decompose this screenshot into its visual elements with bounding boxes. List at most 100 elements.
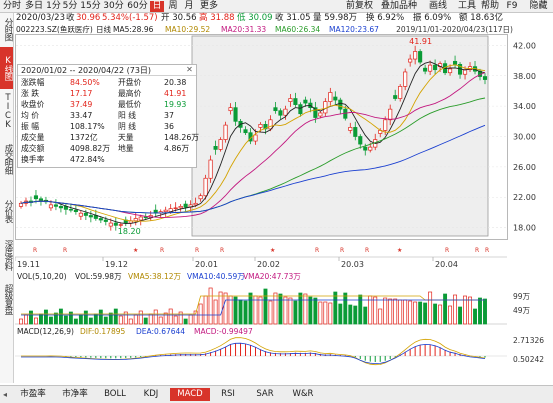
toolbar-right-item-6[interactable]: 隐藏 bbox=[527, 1, 550, 12]
quote-low: 低 30.09 bbox=[237, 13, 273, 23]
toolbar-right-item-0[interactable]: 前复权 bbox=[343, 1, 376, 12]
left-tab-2[interactable]: TICK bbox=[0, 93, 13, 129]
candle-body bbox=[198, 195, 203, 200]
candle-body bbox=[298, 104, 303, 115]
stat-label: 收盘价 bbox=[21, 100, 45, 109]
r-marker: ★ bbox=[397, 247, 402, 254]
stat-label: 地量 bbox=[118, 144, 134, 153]
stat-value: 472.84% bbox=[70, 155, 105, 164]
price-tick-label: 26.00 bbox=[513, 163, 536, 172]
left-tab-1[interactable]: K线图 bbox=[0, 47, 13, 89]
candle-body bbox=[428, 64, 433, 72]
candle-body bbox=[418, 51, 423, 63]
volume-bar bbox=[288, 297, 293, 325]
volume-bar bbox=[298, 292, 303, 325]
candle-body bbox=[368, 146, 373, 151]
volume-bar bbox=[438, 304, 443, 325]
period-tab-2[interactable]: 1分 bbox=[46, 1, 61, 12]
volume-bar bbox=[393, 298, 398, 325]
candle-body bbox=[318, 112, 323, 117]
period-tab-1[interactable]: 多日 bbox=[24, 1, 44, 12]
stat-value: 36 bbox=[164, 122, 174, 131]
r-marker: R bbox=[220, 247, 224, 254]
vol-axis-low: 49万 bbox=[513, 306, 531, 315]
indicator-tab-3[interactable]: KDJ bbox=[136, 388, 166, 401]
r-marker: R bbox=[63, 247, 67, 254]
toolbar-right-item-5[interactable]: F9 bbox=[505, 1, 519, 12]
interval-stats-title: 2020/01/02 -- 2020/04/22 (73日) ✕ bbox=[18, 65, 196, 76]
period-tab-6[interactable]: 60分 bbox=[127, 1, 148, 12]
interval-stats-box: 2020/01/02 -- 2020/04/22 (73日) ✕ 涨跌幅 84.5… bbox=[17, 64, 199, 168]
volume-bar bbox=[238, 299, 243, 325]
toolbar-right-item-3[interactable]: 工具 bbox=[457, 1, 477, 12]
volume-bar bbox=[203, 295, 208, 325]
collapse-arrow-icon[interactable]: ◂ bbox=[3, 389, 11, 400]
left-tab-4[interactable]: 分价表 bbox=[0, 191, 13, 231]
period-tab-4[interactable]: 15分 bbox=[80, 1, 101, 12]
high-annotation: 41.91 bbox=[409, 37, 432, 46]
volume-bar bbox=[343, 292, 348, 325]
volume-bar bbox=[93, 313, 98, 325]
candle-body bbox=[203, 177, 208, 197]
indicator-tab-1[interactable]: 市净率 bbox=[56, 388, 94, 401]
toolbar-right-item-2[interactable]: 画线 bbox=[428, 1, 448, 12]
candle-body bbox=[118, 224, 123, 226]
period-tab-10[interactable]: 更多 bbox=[198, 1, 220, 12]
indicator-tab-6[interactable]: SAR bbox=[248, 388, 282, 401]
macd-axis-high: 2.71326 bbox=[513, 336, 545, 345]
volume-bar bbox=[478, 297, 482, 325]
volume-bar bbox=[168, 308, 173, 325]
volume-bar bbox=[448, 305, 453, 325]
r-marker: R bbox=[195, 247, 199, 254]
candle-body bbox=[328, 92, 333, 102]
volume-bar bbox=[468, 296, 472, 325]
left-tab-3[interactable]: 成交明细 bbox=[0, 131, 13, 187]
period-tab-8[interactable]: 周 bbox=[166, 1, 180, 12]
price-tick-label: 18.00 bbox=[513, 224, 536, 233]
macd-dea: DEA:0.67644 bbox=[136, 327, 186, 336]
volume-bar bbox=[373, 296, 378, 325]
volume-bar bbox=[353, 305, 358, 325]
candle-body bbox=[253, 134, 258, 142]
toolbar-right-item-1[interactable]: 叠加品种 bbox=[377, 1, 421, 12]
candle-body bbox=[398, 86, 403, 99]
r-marker: R bbox=[485, 247, 489, 254]
left-tab-6[interactable]: 超级复盘 bbox=[0, 277, 13, 321]
volume-bar bbox=[433, 303, 438, 325]
toolbar-right-item-4[interactable]: 帮助 bbox=[478, 1, 502, 12]
date-tick-label: 19.12 bbox=[105, 260, 128, 269]
candle-body bbox=[393, 95, 398, 99]
candle-body bbox=[78, 212, 83, 217]
volume-bar bbox=[428, 291, 433, 325]
period-tab-5[interactable]: 30分 bbox=[103, 1, 124, 12]
candle-body bbox=[48, 204, 53, 209]
period-tab-9[interactable]: 月 bbox=[182, 1, 196, 12]
close-icon[interactable]: ✕ bbox=[185, 65, 194, 74]
indicator-tab-5[interactable]: RSI bbox=[213, 388, 243, 401]
indicator-tab-0[interactable]: 市盈率 bbox=[13, 388, 53, 401]
period-tab-7[interactable]: 日 bbox=[150, 1, 164, 12]
r-marker: R bbox=[340, 247, 344, 254]
indicator-tab-7[interactable]: W&R bbox=[286, 388, 320, 401]
indicator-tabs: ◂ 市盈率 市净率 BOLL KDJ MACD RSI SAR W&R bbox=[0, 385, 553, 403]
date-tick-label: 19.11 bbox=[17, 260, 40, 269]
indicator-tab-4[interactable]: MACD bbox=[170, 388, 210, 401]
left-tab-0[interactable]: 分时图 bbox=[0, 13, 13, 45]
volume-bar bbox=[408, 300, 413, 325]
quote-amplitude: 振 6.09% bbox=[413, 13, 452, 23]
volume-bar bbox=[198, 303, 203, 325]
stat-value: 19.93 bbox=[164, 100, 187, 109]
stat-value: 37.49 bbox=[70, 100, 93, 109]
period-tab-3[interactable]: 5分 bbox=[62, 1, 78, 12]
quote-volume: 量 59.98万 bbox=[313, 13, 358, 23]
left-tab-5[interactable]: 深度资料 bbox=[0, 235, 13, 275]
volume-bar bbox=[188, 314, 193, 325]
volume-bar bbox=[173, 315, 178, 325]
period-tab-0[interactable]: 分时 bbox=[2, 1, 22, 12]
volume-bar bbox=[103, 316, 108, 325]
candle-body bbox=[228, 107, 233, 112]
candle-body bbox=[423, 67, 428, 72]
indicator-tab-2[interactable]: BOLL bbox=[98, 388, 132, 401]
r-marker: R bbox=[315, 247, 319, 254]
candle-body bbox=[358, 136, 363, 145]
